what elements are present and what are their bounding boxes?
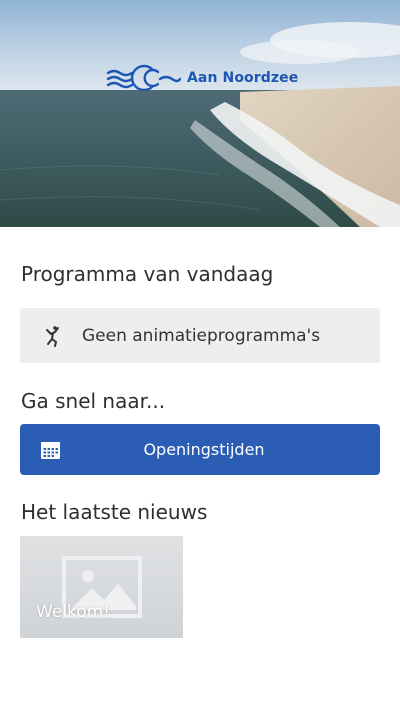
programma-title: Programma van vandaag <box>21 262 274 286</box>
dancing-person-icon <box>46 325 59 347</box>
program-card[interactable]: Geen animatieprogramma's <box>20 308 380 363</box>
calendar-icon <box>41 442 60 459</box>
openingstijden-button[interactable]: Openingstijden <box>20 424 380 475</box>
hero-banner: Aan Noordzee <box>0 0 400 227</box>
brand-logo[interactable]: Aan Noordzee <box>106 63 298 93</box>
quick-links-title: Ga snel naar... <box>21 389 166 413</box>
openingstijden-label: Openingstijden <box>143 440 265 459</box>
beach-photo <box>0 0 400 227</box>
news-card[interactable]: Welkom! <box>20 536 183 638</box>
waves-logo-icon <box>106 64 181 92</box>
program-card-text: Geen animatieprogramma's <box>82 325 321 346</box>
brand-name: Aan Noordzee <box>187 70 299 86</box>
news-title: Het laatste nieuws <box>21 500 208 524</box>
news-card-title: Welkom! <box>36 602 111 622</box>
